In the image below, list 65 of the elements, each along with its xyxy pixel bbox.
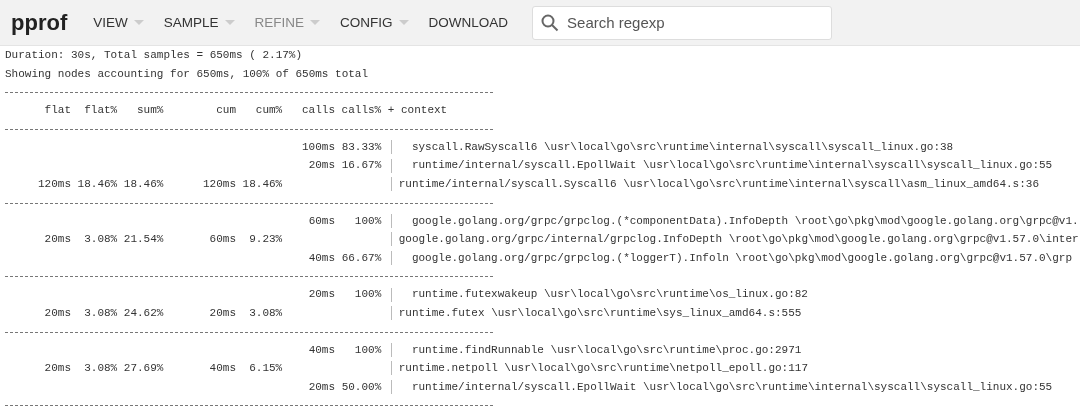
table-cell-text: 100% [353, 287, 382, 303]
table-cell-text: 100% [353, 342, 382, 358]
table-cell-text: 9.23% [248, 232, 283, 248]
table-cell-text: 100% [353, 213, 382, 229]
context-cell-text: runtime.futexwakeup \usr\local\go\src\runtime\os_linux.go:82 [410, 287, 808, 303]
table-cell-text: 20ms [307, 287, 336, 303]
context-cell-text: google.golang.org/grpc/grpclog.(*loggerT).Infoln \root\go\pkg\mod\google.golang.org\grpc@v1.57.0\grp [410, 250, 1072, 266]
table-cell-text: 21.54% [122, 232, 164, 248]
context-cell-text: runtime.netpoll \usr\local\go\src\runtime\netpoll_epoll.go:117 [398, 361, 808, 377]
context-cell-text: runtime/internal/syscall.EpollWait \usr\local\go\src\runtime\internal\syscall\syscall_linux.go:55 [410, 158, 1053, 174]
table-cell-text: 6.15% [248, 361, 283, 377]
table-cell-text: 40ms [307, 250, 336, 266]
table-cell-text: 3.08% [83, 232, 118, 248]
caret-icon [310, 20, 320, 25]
table-cell-text: 120ms [202, 176, 236, 192]
table-cell-text: 16.67% [340, 158, 382, 174]
search-field[interactable]: Search regexp [532, 5, 833, 40]
table-cell-text: 3.08% [248, 305, 283, 321]
table-cell-text: 20ms [307, 158, 336, 174]
context-cell-text: google.golang.org/grpc/internal/grpclog.InfoDepth \root\go\pkg\mod\google.golang.org\grpc@v1.57.0\inter [398, 232, 1079, 248]
table-cell-text: 20ms [208, 305, 236, 321]
table-cell-text: 20ms [43, 232, 71, 248]
table-cell-text: 120ms [37, 176, 71, 192]
table-cell-text: 20ms [43, 361, 71, 377]
caret-icon [398, 20, 409, 25]
column-header: cum% [254, 103, 283, 119]
table-cell-text: 27.69% [122, 361, 164, 377]
table-cell-text: 50.00% [340, 379, 382, 395]
table-cell-text: 3.08% [83, 361, 118, 377]
context-cell-text: runtime/internal/syscall.EpollWait \usr\local\go\src\runtime\internal\syscall\syscall_linux.go:55 [410, 379, 1053, 395]
menu-button[interactable]: CONFIG [330, 11, 419, 34]
table-cell-text: 60ms [208, 232, 236, 248]
caret-icon [224, 20, 235, 25]
caret-icon [133, 20, 144, 25]
menu-button[interactable]: DOWNLOAD [418, 11, 519, 34]
menu-button[interactable]: SAMPLE [153, 11, 245, 34]
context-cell-text: runtime/internal/syscall.Syscall6 \usr\local\go\src\runtime\internal\syscall\asm_linux_amd64.s:36 [398, 176, 1040, 192]
table-cell-text: 83.33% [340, 139, 382, 155]
column-header: flat [43, 103, 71, 119]
table-cell-text: 18.46% [241, 176, 283, 192]
context-cell-text: runtime.futex \usr\local\go\src\runtime\sys_linux_amd64.s:555 [398, 305, 802, 321]
table-cell-text: 20ms [43, 305, 71, 321]
menu-button[interactable]: VIEW [83, 11, 154, 34]
table-cell-text: 18.46% [122, 176, 164, 192]
table-cell-text: 20ms [307, 379, 336, 395]
summary-text: Duration: 30s, Total samples = 650ms ( 2.17%) [5, 48, 304, 63]
context-cell-text: runtime.findRunnable \usr\local\go\src\runtime\proc.go:2971 [410, 342, 802, 358]
context-cell-text: syscall.RawSyscall6 \usr\local\go\src\runtime\internal\syscall\syscall_linux.go:38 [410, 139, 954, 155]
column-header: flat% [83, 103, 118, 119]
table-cell-text: 66.67% [340, 250, 382, 266]
table-cell-text: 40ms [208, 361, 236, 377]
column-header: sum% [136, 103, 164, 119]
table-cell-text: 18.46% [76, 176, 118, 192]
column-header: calls% [340, 103, 382, 119]
table-cell-text: 60ms [307, 213, 336, 229]
column-header: calls [301, 103, 335, 119]
table-cell-text: 40ms [307, 342, 336, 358]
table-cell-text: 100ms [301, 139, 336, 155]
table-cell-text: 24.62% [122, 305, 164, 321]
column-header: + context [387, 103, 448, 119]
summary-text: Showing nodes accounting for 650ms, 100% of 650ms total [5, 66, 370, 82]
context-cell-text: google.golang.org/grpc/grpclog.(*componentData).InfoDepth \root\go\pkg\mod\google.golang.org\grpc@v1. [410, 213, 1079, 229]
column-header: cum [215, 103, 236, 119]
table-cell-text: 3.08% [83, 305, 118, 321]
app-logo: pprof [11, 9, 68, 36]
